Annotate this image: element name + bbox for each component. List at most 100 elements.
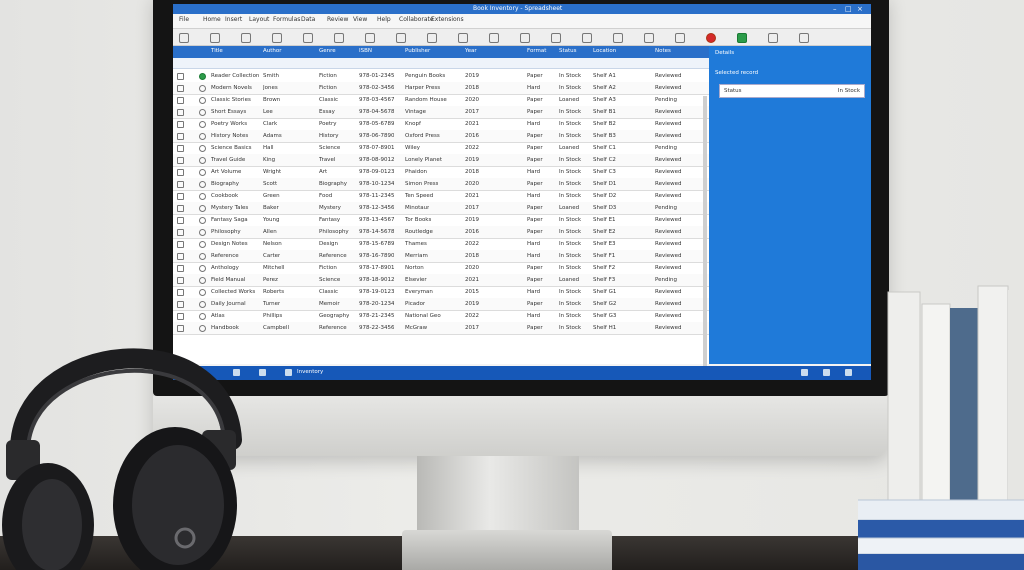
table-cell[interactable]: 2022 [465,241,479,247]
table-cell[interactable]: 2019 [465,73,479,79]
table-cell[interactable]: Loaned [559,145,579,151]
table-cell[interactable]: Hard [527,193,540,199]
row-checkbox[interactable] [177,265,184,272]
close-window-button[interactable]: × [857,4,863,14]
table-cell[interactable]: Reviewed [655,121,682,127]
table-cell[interactable]: Shelf G2 [593,301,616,307]
table-cell[interactable]: 2022 [465,145,479,151]
row-checkbox[interactable] [177,181,184,188]
table-cell[interactable]: In Stock [559,169,581,175]
table-cell[interactable]: Food [319,193,332,199]
table-cell[interactable]: Shelf G3 [593,313,616,319]
table-cell[interactable]: Hard [527,289,540,295]
table-cell[interactable]: Design [319,241,338,247]
table-cell[interactable]: In Stock [559,73,581,79]
table-cell[interactable]: Routledge [405,229,433,235]
table-cell[interactable]: In Stock [559,181,581,187]
table-cell[interactable]: Classic [319,289,338,295]
table-cell[interactable]: Smith [263,73,279,79]
table-cell[interactable]: In Stock [559,325,581,331]
table-cell[interactable]: Shelf F2 [593,265,615,271]
table-cell[interactable]: Hard [527,85,540,91]
table-cell[interactable]: Reviewed [655,289,682,295]
print-icon[interactable] [427,33,437,43]
table-cell[interactable]: Modern Novels [211,85,252,91]
table-cell[interactable]: In Stock [559,253,581,259]
table-cell[interactable]: Shelf B2 [593,121,616,127]
menu-home[interactable]: Home [203,16,221,23]
table-cell[interactable]: Vintage [405,109,426,115]
table-cell[interactable]: Minotaur [405,205,429,211]
row-checkbox[interactable] [177,289,184,296]
table-cell[interactable]: Philosophy [319,229,349,235]
redo-icon[interactable] [303,33,313,43]
table-cell[interactable]: Reviewed [655,73,682,79]
column-header[interactable]: Publisher [405,48,430,54]
table-cell[interactable]: Oxford Press [405,133,440,139]
table-cell[interactable]: Classic [319,97,338,103]
table-cell[interactable]: Field Manual [211,277,245,283]
table-cell[interactable]: Roberts [263,289,284,295]
settings-icon[interactable] [768,33,778,43]
row-checkbox[interactable] [177,97,184,104]
table-cell[interactable]: Art Volume [211,169,241,175]
table-cell[interactable]: Paper [527,157,543,163]
table-cell[interactable]: Clark [263,121,277,127]
table-cell[interactable]: Shelf F1 [593,253,615,259]
open-icon[interactable] [210,33,220,43]
row-checkbox[interactable] [177,109,184,116]
row-checkbox[interactable] [177,241,184,248]
table-cell[interactable]: Shelf E1 [593,217,616,223]
table-cell[interactable]: Paper [527,73,543,79]
table-cell[interactable]: Reviewed [655,193,682,199]
table-cell[interactable]: Anthology [211,265,239,271]
table-cell[interactable]: Wiley [405,145,420,151]
maximize-button[interactable]: □ [845,4,852,14]
table-cell[interactable]: Poetry Works [211,121,247,127]
table-cell[interactable]: Phillips [263,313,282,319]
table-cell[interactable]: 978-08-9012 [359,157,394,163]
table-cell[interactable]: 2016 [465,133,479,139]
table-cell[interactable]: Hard [527,169,540,175]
table-cell[interactable]: Science [319,277,340,283]
table-cell[interactable]: Shelf D2 [593,193,616,199]
table-cell[interactable]: 978-04-5678 [359,109,394,115]
table-cell[interactable]: Shelf A1 [593,73,616,79]
table-cell[interactable]: Philosophy [211,229,241,235]
menu-view[interactable]: View [353,16,367,23]
table-cell[interactable]: Biography [211,181,239,187]
table-cell[interactable]: Shelf C3 [593,169,616,175]
table-cell[interactable]: In Stock [559,301,581,307]
table-cell[interactable]: Reviewed [655,157,682,163]
table-cell[interactable]: Norton [405,265,424,271]
table-cell[interactable]: Shelf A3 [593,97,616,103]
green-sheet-icon[interactable] [737,33,747,43]
menu-help[interactable]: Help [377,16,391,23]
table-cell[interactable]: Essay [319,109,335,115]
network-icon[interactable] [823,369,830,376]
table-cell[interactable]: Fantasy Saga [211,217,248,223]
column-header[interactable]: Year [465,48,477,54]
table-cell[interactable]: In Stock [559,133,581,139]
table-cell[interactable]: 978-05-6789 [359,121,394,127]
table-cell[interactable]: 2016 [465,229,479,235]
table-cell[interactable]: History [319,133,339,139]
row-checkbox[interactable] [177,121,184,128]
table-cell[interactable]: National Geo [405,313,441,319]
table-cell[interactable]: Paper [527,265,543,271]
table-cell[interactable]: 978-22-3456 [359,325,394,331]
chart-icon[interactable] [675,33,685,43]
table-cell[interactable]: Short Essays [211,109,246,115]
table-cell[interactable]: Reviewed [655,169,682,175]
table-cell[interactable]: 2022 [465,313,479,319]
table-cell[interactable]: Adams [263,133,282,139]
table-cell[interactable]: 2020 [465,97,479,103]
table-cell[interactable]: 2021 [465,277,479,283]
table-cell[interactable]: Campbell [263,325,289,331]
row-checkbox[interactable] [177,85,184,92]
table-cell[interactable]: Reviewed [655,313,682,319]
table-cell[interactable]: Tor Books [405,217,431,223]
table-cell[interactable]: 2018 [465,169,479,175]
vertical-scrollbar[interactable] [703,96,707,380]
table-cell[interactable]: Merriam [405,253,428,259]
